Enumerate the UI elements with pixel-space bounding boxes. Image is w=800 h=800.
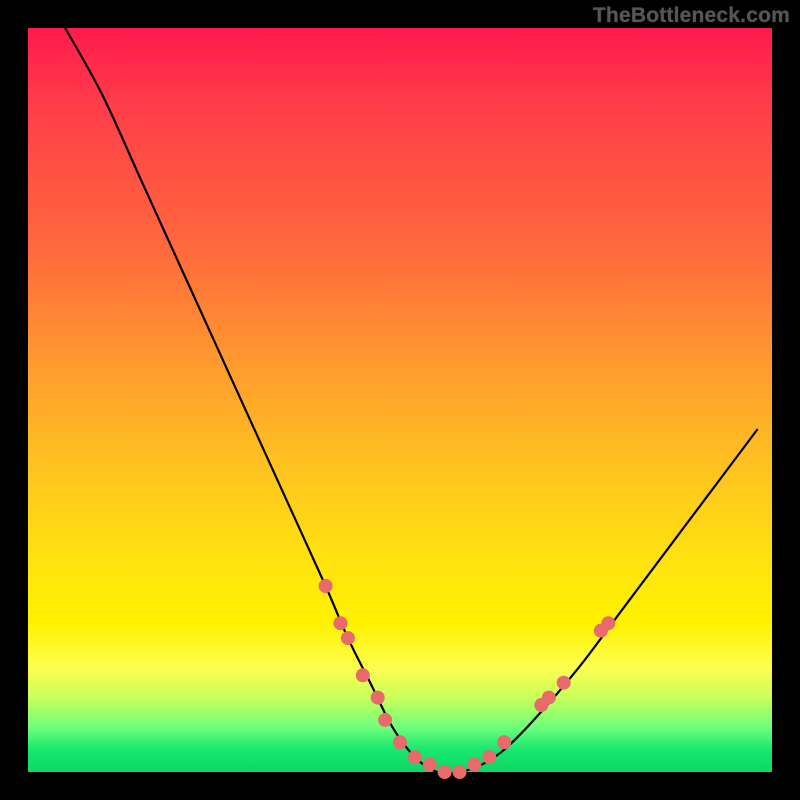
curve-marker [423, 758, 437, 772]
curve-marker [408, 750, 422, 764]
bottleneck-curve [65, 28, 757, 773]
curve-marker [371, 691, 385, 705]
curve-svg [28, 28, 772, 772]
curve-marker [453, 765, 467, 779]
curve-marker [393, 735, 407, 749]
curve-marker [378, 713, 392, 727]
curve-marker [341, 631, 355, 645]
chart-frame: TheBottleneck.com [0, 0, 800, 800]
plot-area [28, 28, 772, 772]
watermark-text: TheBottleneck.com [593, 4, 790, 28]
curve-marker [482, 750, 496, 764]
curve-marker [542, 691, 556, 705]
curve-marker [438, 765, 452, 779]
curve-marker [467, 758, 481, 772]
curve-marker [601, 616, 615, 630]
curve-marker [319, 579, 333, 593]
curve-marker [356, 668, 370, 682]
curve-marker [557, 676, 571, 690]
curve-marker [333, 616, 347, 630]
curve-marker [497, 735, 511, 749]
